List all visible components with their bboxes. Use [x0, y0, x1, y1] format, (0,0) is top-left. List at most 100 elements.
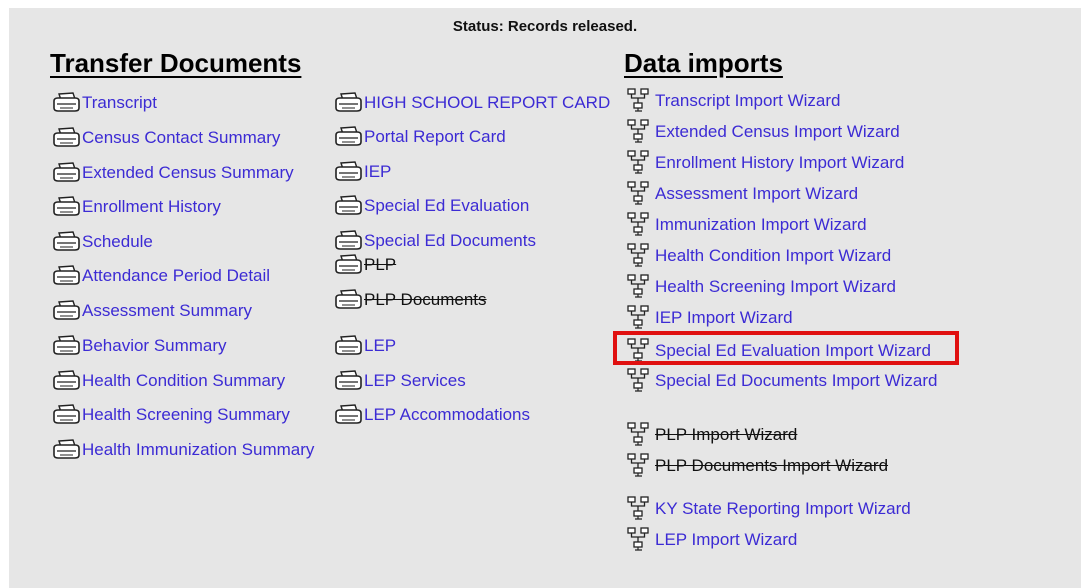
list-item-transcript-import-wizard: Transcript Import Wizard	[625, 88, 840, 114]
import-wizard-icon[interactable]	[625, 421, 653, 449]
schedule-link[interactable]: Schedule	[82, 232, 153, 252]
import-wizard-icon[interactable]	[625, 211, 653, 239]
health-immunization-summary-link[interactable]: Health Immunization Summary	[82, 440, 314, 460]
special-ed-documents-import-wizard-link[interactable]: Special Ed Documents Import Wizard	[655, 371, 938, 391]
portal-report-card-link[interactable]: Portal Report Card	[364, 127, 506, 147]
list-item-ky-state-reporting-import-wizard: KY State Reporting Import Wizard	[625, 496, 911, 522]
printer-icon[interactable]	[51, 195, 81, 219]
printer-icon[interactable]	[51, 369, 81, 393]
import-wizard-icon[interactable]	[625, 180, 653, 208]
health-condition-summary-link[interactable]: Health Condition Summary	[82, 371, 285, 391]
iep-import-wizard-link[interactable]: IEP Import Wizard	[655, 308, 793, 328]
list-item-lep: LEP	[333, 333, 396, 359]
census-contact-summary-link[interactable]: Census Contact Summary	[82, 128, 280, 148]
enrollment-history-import-wizard-link[interactable]: Enrollment History Import Wizard	[655, 153, 904, 173]
printer-icon[interactable]	[51, 299, 81, 323]
behavior-summary-link[interactable]: Behavior Summary	[82, 336, 227, 356]
iep-link[interactable]: IEP	[364, 162, 391, 182]
highlight-box	[613, 331, 959, 365]
printer-icon[interactable]	[333, 334, 363, 358]
list-item-health-screening-import-wizard: Health Screening Import Wizard	[625, 274, 896, 300]
transfer-documents-heading: Transfer Documents	[50, 48, 302, 78]
printer-icon[interactable]	[51, 264, 81, 288]
import-wizard-icon[interactable]	[625, 526, 653, 554]
lep-import-wizard-link[interactable]: LEP Import Wizard	[655, 530, 797, 550]
plp-link[interactable]: PLP	[364, 255, 396, 275]
list-item-high-school-report-card: HIGH SCHOOL REPORT CARD	[333, 90, 610, 116]
list-item-census-contact-summary: Census Contact Summary	[51, 125, 280, 151]
ky-state-reporting-import-wizard-link[interactable]: KY State Reporting Import Wizard	[655, 499, 911, 519]
import-wizard-icon[interactable]	[625, 242, 653, 270]
extended-census-import-wizard-link[interactable]: Extended Census Import Wizard	[655, 122, 900, 142]
list-item-enrollment-history: Enrollment History	[51, 194, 221, 220]
printer-icon[interactable]	[333, 125, 363, 149]
health-condition-import-wizard-link[interactable]: Health Condition Import Wizard	[655, 246, 891, 266]
health-screening-summary-link[interactable]: Health Screening Summary	[82, 405, 290, 425]
printer-icon[interactable]	[333, 194, 363, 218]
list-item-behavior-summary: Behavior Summary	[51, 333, 227, 359]
printer-icon[interactable]	[51, 91, 81, 115]
printer-icon[interactable]	[51, 161, 81, 185]
import-wizard-icon[interactable]	[625, 452, 653, 480]
list-item-health-condition-import-wizard: Health Condition Import Wizard	[625, 243, 891, 269]
printer-icon[interactable]	[333, 160, 363, 184]
assessment-import-wizard-link[interactable]: Assessment Import Wizard	[655, 184, 858, 204]
import-wizard-icon[interactable]	[625, 87, 653, 115]
printer-icon[interactable]	[333, 91, 363, 115]
list-item-health-screening-summary: Health Screening Summary	[51, 402, 290, 428]
immunization-import-wizard-link[interactable]: Immunization Import Wizard	[655, 215, 867, 235]
list-item-plp-documents-import-wizard: PLP Documents Import Wizard	[625, 453, 888, 479]
import-wizard-icon[interactable]	[625, 149, 653, 177]
list-item-plp-import-wizard: PLP Import Wizard	[625, 422, 797, 448]
transcript-import-wizard-link[interactable]: Transcript Import Wizard	[655, 91, 840, 111]
lep-services-link[interactable]: LEP Services	[364, 371, 466, 391]
printer-icon[interactable]	[333, 229, 363, 253]
health-screening-import-wizard-link[interactable]: Health Screening Import Wizard	[655, 277, 896, 297]
import-wizard-icon[interactable]	[625, 495, 653, 523]
list-item-plp-documents: PLP Documents	[333, 287, 487, 313]
transcript-link[interactable]: Transcript	[82, 93, 157, 113]
list-item-attendance-period-detail: Attendance Period Detail	[51, 263, 270, 289]
printer-icon[interactable]	[51, 230, 81, 254]
printer-icon[interactable]	[333, 288, 363, 312]
list-item-iep-import-wizard: IEP Import Wizard	[625, 305, 793, 331]
list-item-assessment-summary: Assessment Summary	[51, 298, 252, 324]
list-item-assessment-import-wizard: Assessment Import Wizard	[625, 181, 858, 207]
printer-icon[interactable]	[51, 334, 81, 358]
assessment-summary-link[interactable]: Assessment Summary	[82, 301, 252, 321]
printer-icon[interactable]	[51, 403, 81, 427]
plp-documents-link[interactable]: PLP Documents	[364, 290, 487, 310]
list-item-portal-report-card: Portal Report Card	[333, 124, 506, 150]
lep-link[interactable]: LEP	[364, 336, 396, 356]
printer-icon[interactable]	[51, 126, 81, 150]
import-wizard-icon[interactable]	[625, 367, 653, 395]
list-item-lep-services: LEP Services	[333, 368, 466, 394]
special-ed-documents-link[interactable]: Special Ed Documents	[364, 231, 536, 251]
list-item-extended-census-import-wizard: Extended Census Import Wizard	[625, 119, 900, 145]
printer-icon[interactable]	[333, 369, 363, 393]
plp-import-wizard-link[interactable]: PLP Import Wizard	[655, 425, 797, 445]
list-item-lep-import-wizard: LEP Import Wizard	[625, 527, 797, 553]
list-item-plp: PLP	[333, 252, 396, 278]
extended-census-summary-link[interactable]: Extended Census Summary	[82, 163, 294, 183]
import-wizard-icon[interactable]	[625, 304, 653, 332]
printer-icon[interactable]	[333, 253, 363, 277]
high-school-report-card-link[interactable]: HIGH SCHOOL REPORT CARD	[364, 93, 610, 113]
list-item-extended-census-summary: Extended Census Summary	[51, 160, 294, 186]
list-item-special-ed-evaluation: Special Ed Evaluation	[333, 193, 529, 219]
content-panel: Status: Records released. Transfer Docum…	[9, 8, 1081, 588]
enrollment-history-link[interactable]: Enrollment History	[82, 197, 221, 217]
list-item-special-ed-documents-import-wizard: Special Ed Documents Import Wizard	[625, 368, 938, 394]
lep-accommodations-link[interactable]: LEP Accommodations	[364, 405, 530, 425]
list-item-transcript: Transcript	[51, 90, 157, 116]
printer-icon[interactable]	[333, 403, 363, 427]
plp-documents-import-wizard-link[interactable]: PLP Documents Import Wizard	[655, 456, 888, 476]
printer-icon[interactable]	[51, 438, 81, 462]
attendance-period-detail-link[interactable]: Attendance Period Detail	[82, 266, 270, 286]
import-wizard-icon[interactable]	[625, 118, 653, 146]
special-ed-evaluation-link[interactable]: Special Ed Evaluation	[364, 196, 529, 216]
list-item-health-condition-summary: Health Condition Summary	[51, 368, 285, 394]
import-wizard-icon[interactable]	[625, 273, 653, 301]
list-item-lep-accommodations: LEP Accommodations	[333, 402, 530, 428]
list-item-iep: IEP	[333, 159, 391, 185]
